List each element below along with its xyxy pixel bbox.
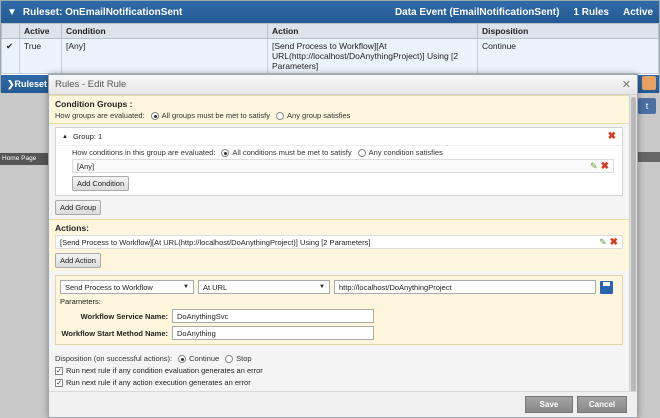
edit-rule-dialog: Rules - Edit Rule ✕ Condition Groups : H… [48,74,638,418]
action-row[interactable]: [Send Process to Workflow][At URL(http:/… [55,235,623,249]
param-row: Workflow Service Name: DoAnythingSvc [60,309,618,323]
select-column-header [1,23,20,39]
close-icon[interactable]: ✕ [622,78,631,91]
save-icon[interactable] [600,280,613,294]
groups-eval-line: How groups are evaluated: All groups mus… [55,111,623,120]
radio-any-group-label: Any group satisfies [287,111,351,120]
dropdown-arrow-icon: ▼ [319,284,325,290]
condition-error-checkbox[interactable]: ✓ [55,366,63,375]
groups-eval-label: How groups are evaluated: [55,111,145,120]
group-inner: How conditions in this group are evaluat… [72,148,614,191]
check-action-line: ✓ Run next rule if any action execution … [55,378,623,387]
location-type-value: At URL [203,282,228,292]
ruleset-status: Active [622,6,653,18]
group-header: ▲ Group: 1 ✖ [56,128,622,146]
action-text: [Send Process to Workflow][At URL(http:/… [60,237,371,247]
parameters-label: Parameters: [60,297,101,306]
check-condition-line: ✓ Run next rule if any condition evaluat… [55,366,623,375]
group-label: Group: 1 [72,132,103,141]
chevron-right-icon[interactable]: ❯ [7,79,15,90]
condition-groups-section: Condition Groups : How groups are evalua… [49,95,629,124]
dialog-titlebar[interactable]: Rules - Edit Rule ✕ [49,75,637,95]
condition-error-label: Run next rule if any condition evaluatio… [66,366,263,375]
radio-any-condition[interactable] [357,148,366,157]
settings-icon[interactable] [642,76,656,90]
param-label: Workflow Service Name: [80,311,168,321]
dialog-footer: Save Cancel [49,391,637,417]
radio-all-groups[interactable] [150,111,159,120]
add-condition-button[interactable]: Add Condition [72,176,130,191]
row-active: True [19,38,62,74]
action-error-checkbox[interactable]: ✓ [55,378,63,387]
collapse-triangle-icon[interactable]: ▲ [62,134,68,140]
url-input[interactable]: http://localhost/DoAnythingProject [334,280,596,294]
action-editor: Send Process to Workflow ▼ At URL ▼ http… [55,275,623,345]
radio-continue-label: Continue [189,354,220,363]
column-condition: Condition [61,23,268,39]
action-type-select[interactable]: Send Process to Workflow ▼ [60,280,194,294]
rules-table: Active Condition Action Disposition ✔ Tr… [1,23,659,74]
group-box: ▲ Group: 1 ✖ How conditions in this grou… [55,127,623,196]
ruleset-header[interactable]: ▼ Ruleset: OnEmailNotificationSent Data … [1,1,659,23]
disposition-section: Disposition (on successful actions): Con… [49,345,629,390]
dropdown-arrow-icon: ▼ [183,284,189,290]
dialog-title: Rules - Edit Rule [55,79,127,90]
dialog-body: Condition Groups : How groups are evalua… [49,95,629,391]
table-row[interactable]: ✔ True [Any] [Send Process to Workflow][… [1,38,659,74]
cancel-button[interactable]: Cancel [577,396,627,413]
radio-any-group[interactable] [276,111,285,120]
condition-groups-title: Condition Groups : [55,99,133,109]
edit-condition-icon[interactable]: ✎ [590,161,598,172]
action-type-value: Send Process to Workflow [65,282,153,292]
add-action-button[interactable]: Add Action [55,253,101,268]
param-label: Workflow Start Method Name: [61,328,168,338]
row-checkbox[interactable]: ✔ [1,38,20,74]
radio-any-condition-label: Any condition satisfies [368,148,443,157]
disposition-line: Disposition (on successful actions): Con… [55,354,623,363]
disposition-label: Disposition (on successful actions): [55,354,173,363]
chevron-down-icon[interactable]: ▼ [7,7,17,18]
column-disposition: Disposition [477,23,659,39]
radio-continue[interactable] [178,354,187,363]
location-type-select[interactable]: At URL ▼ [198,280,330,294]
save-button[interactable]: Save [525,396,573,413]
actions-title: Actions: [55,223,89,233]
ruleset-title: Ruleset: OnEmailNotificationSent [22,6,183,18]
radio-stop-label: Stop [236,354,252,363]
row-condition: [Any] [61,38,268,74]
param-row: Workflow Start Method Name: DoAnything [60,326,618,340]
column-action: Action [267,23,478,39]
action-error-label: Run next rule if any action execution ge… [66,378,251,387]
home-page-link[interactable]: Home Page [0,153,52,165]
side-button[interactable]: t [638,98,656,114]
conditions-eval-label: How conditions in this group are evaluat… [72,148,216,157]
delete-group-icon[interactable]: ✖ [608,131,616,142]
edit-action-icon[interactable]: ✎ [599,237,607,248]
workflow-service-name-input[interactable]: DoAnythingSvc [172,309,374,323]
radio-stop[interactable] [225,354,234,363]
conditions-eval-line: How conditions in this group are evaluat… [72,148,614,157]
ruleset-header-2-label: Ruleset [14,79,48,89]
radio-all-conditions-label: All conditions must be met to satisfy [232,148,352,157]
delete-action-icon[interactable]: ✖ [610,237,618,248]
workflow-start-method-input[interactable]: DoAnything [172,326,374,340]
radio-all-conditions[interactable] [221,148,230,157]
radio-all-groups-label: All groups must be met to satisfy [161,111,271,120]
add-group-button[interactable]: Add Group [55,200,102,215]
column-active: Active [19,23,62,39]
condition-value: [Any] [77,161,95,171]
actions-section: Actions: [Send Process to Workflow][At U… [49,219,629,271]
dialog-scrollbar[interactable] [629,95,637,397]
row-action: [Send Process to Workflow][At URL(http:/… [267,38,478,74]
ruleset-rules-count: 1 Rules [573,6,609,18]
delete-condition-icon[interactable]: ✖ [601,161,609,172]
ruleset-event: Data Event (EmailNotificationSent) [394,6,560,18]
row-disposition: Continue [477,38,659,74]
scrollbar-thumb[interactable] [631,97,636,397]
condition-row[interactable]: [Any] ✎ ✖ [72,159,614,173]
